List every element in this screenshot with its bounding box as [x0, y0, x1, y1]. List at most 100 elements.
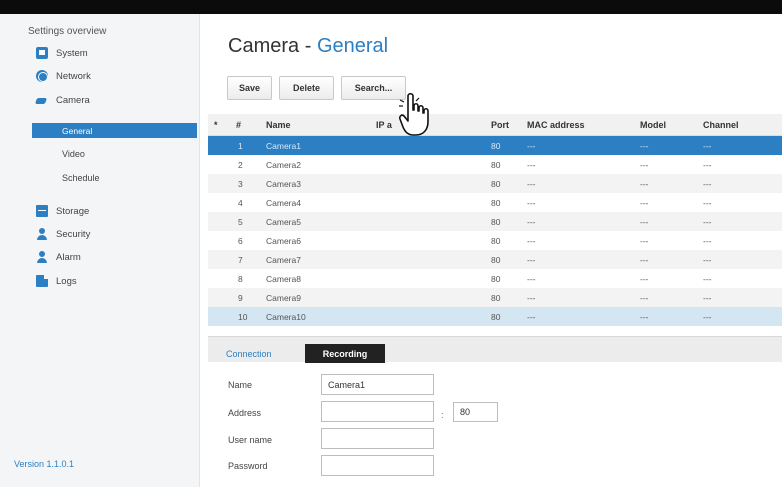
port-field[interactable]	[453, 402, 498, 422]
row-mac-address: ---	[527, 160, 536, 170]
row-name: Camera1	[266, 141, 301, 151]
row-mac-address: ---	[527, 255, 536, 265]
row-port: 80	[491, 236, 501, 246]
username-label: User name	[228, 435, 273, 445]
sidebar-item-alarm[interactable]: Alarm	[36, 249, 81, 265]
table-row[interactable]: 4 Camera4 80 --- --- ---	[208, 193, 782, 212]
row-name: Camera8	[266, 274, 301, 284]
column-header-port[interactable]: Port	[491, 120, 509, 130]
port-separator: :	[441, 410, 444, 420]
row-port: 80	[491, 274, 501, 284]
row-channel: ---	[703, 274, 712, 284]
sidebar-subitem-video[interactable]: Video	[62, 146, 85, 162]
column-header-channel[interactable]: Channel	[703, 120, 739, 130]
table-row[interactable]: 3 Camera3 80 --- --- ---	[208, 174, 782, 193]
sidebar-item-storage[interactable]: Storage	[36, 203, 89, 219]
sidebar-item-label: Alarm	[56, 251, 81, 263]
sidebar-item-system[interactable]: System	[36, 45, 88, 61]
table-body: 1 Camera1 80 --- --- --- 2 Camera2 80 --- --- --- 3 C…	[208, 136, 782, 326]
column-header-number[interactable]: #	[236, 120, 241, 130]
row-model: ---	[640, 217, 649, 227]
row-number: 4	[238, 198, 243, 208]
address-label: Address	[228, 408, 262, 418]
delete-button[interactable]: Delete	[279, 76, 334, 100]
row-number: 8	[238, 274, 243, 284]
sidebar-item-camera[interactable]: Camera	[36, 92, 90, 108]
row-port: 80	[491, 312, 501, 322]
page-title: Camera - General	[228, 35, 388, 58]
row-number: 9	[238, 293, 243, 303]
column-header-model[interactable]: Model	[640, 120, 666, 130]
search-button[interactable]: Search...	[341, 76, 406, 100]
table-row[interactable]: 7 Camera7 80 --- --- ---	[208, 250, 782, 269]
system-icon	[36, 47, 48, 59]
row-model: ---	[640, 255, 649, 265]
tab-connection[interactable]: Connection	[226, 344, 272, 363]
row-name: Camera5	[266, 217, 301, 227]
table-row[interactable]: 9 Camera9 80 --- --- ---	[208, 288, 782, 307]
table-row[interactable]: 1 Camera1 80 --- --- ---	[208, 136, 782, 155]
row-mac-address: ---	[527, 179, 536, 189]
row-port: 80	[491, 179, 501, 189]
column-header-select[interactable]: *	[214, 120, 218, 130]
row-model: ---	[640, 274, 649, 284]
sidebar-item-network[interactable]: Network	[36, 68, 91, 84]
save-button[interactable]: Save	[227, 76, 272, 100]
name-field[interactable]	[321, 374, 434, 395]
camera-table: * # Name IP a Port MAC address Model Cha…	[208, 114, 782, 326]
row-channel: ---	[703, 141, 712, 151]
table-row[interactable]: 2 Camera2 80 --- --- ---	[208, 155, 782, 174]
row-port: 80	[491, 141, 501, 151]
column-header-mac[interactable]: MAC address	[527, 120, 585, 130]
column-header-name[interactable]: Name	[266, 120, 291, 130]
table-row[interactable]: 5 Camera5 80 --- --- ---	[208, 212, 782, 231]
table-row[interactable]: 8 Camera8 80 --- --- ---	[208, 269, 782, 288]
sidebar-item-label: System	[56, 47, 88, 59]
row-number: 6	[238, 236, 243, 246]
row-channel: ---	[703, 217, 712, 227]
row-number: 10	[238, 312, 248, 322]
sidebar-item-logs[interactable]: Logs	[36, 273, 77, 289]
username-field[interactable]	[321, 428, 434, 449]
row-port: 80	[491, 255, 501, 265]
table-row[interactable]: 10 Camera10 80 --- --- ---	[208, 307, 782, 326]
row-number: 5	[238, 217, 243, 227]
sidebar-item-label: Network	[56, 70, 91, 82]
row-mac-address: ---	[527, 141, 536, 151]
sidebar-title: Settings overview	[28, 26, 107, 37]
row-mac-address: ---	[527, 274, 536, 284]
sidebar-item-label: Camera	[56, 94, 90, 106]
logs-icon	[36, 275, 48, 287]
row-model: ---	[640, 293, 649, 303]
sidebar-item-label: Storage	[56, 205, 90, 217]
row-name: Camera10	[266, 312, 306, 322]
row-channel: ---	[703, 293, 712, 303]
row-name: Camera3	[266, 179, 301, 189]
sidebar-subitem-general[interactable]: General	[32, 123, 197, 138]
row-channel: ---	[703, 198, 712, 208]
row-model: ---	[640, 160, 649, 170]
row-channel: ---	[703, 236, 712, 246]
sidebar-item-label: Security	[56, 228, 91, 240]
tab-recording[interactable]: Recording	[305, 344, 385, 363]
address-field[interactable]	[321, 401, 434, 422]
row-port: 80	[491, 160, 501, 170]
row-model: ---	[640, 198, 649, 208]
row-mac-address: ---	[527, 236, 536, 246]
sidebar-subitem-schedule[interactable]: Schedule	[62, 170, 100, 186]
row-name: Camera6	[266, 236, 301, 246]
row-mac-address: ---	[527, 312, 536, 322]
row-channel: ---	[703, 312, 712, 322]
password-field[interactable]	[321, 455, 434, 476]
sidebar-item-security[interactable]: Security	[36, 226, 90, 242]
row-mac-address: ---	[527, 198, 536, 208]
row-name: Camera7	[266, 255, 301, 265]
hand-pointer-icon	[399, 92, 429, 136]
column-header-ip[interactable]: IP a	[376, 120, 392, 130]
version-link[interactable]: Version 1.1.0.1	[14, 459, 74, 469]
row-name: Camera9	[266, 293, 301, 303]
page-title-separator: -	[304, 35, 312, 57]
sidebar-item-label: Logs	[56, 275, 77, 287]
table-row[interactable]: 6 Camera6 80 --- --- ---	[208, 231, 782, 250]
top-bar	[0, 0, 782, 14]
